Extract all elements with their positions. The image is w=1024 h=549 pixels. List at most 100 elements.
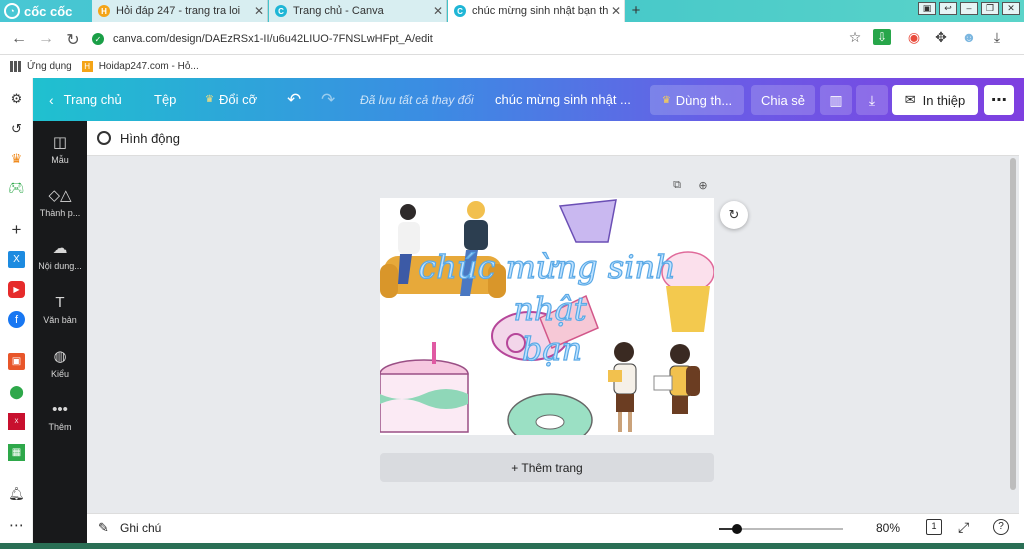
bell-icon[interactable]: 🔔︎: [8, 485, 25, 502]
page-count-button[interactable]: 1: [926, 519, 942, 535]
facebook-icon[interactable]: f: [8, 311, 25, 328]
bookmark-label: Hoidap247.com - Hỏ...: [98, 60, 199, 72]
rail-templates[interactable]: ◫ Mẫu: [33, 133, 87, 165]
profile-avatar-icon[interactable]: ☻: [960, 29, 978, 45]
try-pro-label: Dùng th...: [675, 92, 733, 108]
youtube-icon[interactable]: ▶: [8, 281, 25, 298]
zoom-level[interactable]: 80%: [876, 521, 900, 535]
twitter-icon[interactable]: X: [8, 251, 25, 268]
bookmark-star-icon[interactable]: ☆: [846, 29, 864, 46]
rail-elements[interactable]: ◇△ Thành p...: [33, 186, 87, 218]
scroll-thumb[interactable]: [1010, 158, 1016, 490]
tab-title: chúc mừng sinh nhật bạn th: [472, 5, 608, 17]
tab-canva-home[interactable]: C Trang chủ - Canva ✕: [269, 0, 447, 22]
rail-styles[interactable]: ◍ Kiểu: [33, 347, 87, 379]
redo-icon[interactable]: ↷: [321, 78, 335, 121]
save-status: Đã lưu tất cả thay đổi: [360, 92, 474, 107]
close-tab-icon[interactable]: ✕: [430, 4, 446, 18]
insights-icon[interactable]: ▥: [820, 85, 852, 115]
animate-button[interactable]: Hình động: [120, 131, 180, 146]
add-page-icon[interactable]: ⊕: [696, 179, 710, 193]
canva-side-rail: ◫ Mẫu ◇△ Thành p... ☁ Nội dung... T Văn bản …: [33, 121, 87, 549]
animate-icon: [97, 131, 111, 145]
extensions-puzzle-icon[interactable]: ✥: [932, 29, 950, 46]
rail-label: Thành p...: [39, 208, 81, 218]
close-tab-icon[interactable]: ✕: [608, 4, 624, 18]
browser-brand-label: cốc cốc: [24, 3, 73, 19]
duplicate-page-icon[interactable]: ⧉: [670, 179, 684, 193]
minimize-icon[interactable]: –: [960, 2, 978, 15]
xmas-icon[interactable]: X: [8, 413, 25, 430]
template-icon: ◫: [52, 134, 68, 151]
more-options-icon[interactable]: ⋯: [984, 85, 1014, 115]
resize-label: Đổi cỡ: [218, 92, 258, 107]
design-canvas[interactable]: chúc mừng sinh nhật bạn: [380, 198, 714, 435]
browser-sidebar: ⚙ ↺ ♛ 🎮︎ + X ▶ f ▣ ⬤ X ▦ 🔔︎ ⋯: [0, 78, 33, 549]
chrome-ext-icon[interactable]: ◉: [905, 29, 923, 46]
card-illustration: chúc mừng sinh nhật bạn: [380, 199, 714, 435]
elements-icon: ◇△: [48, 187, 72, 204]
rail-label: Thêm: [48, 422, 72, 432]
design-headline-line2: nhật: [513, 290, 586, 328]
tab-canva-design[interactable]: C chúc mừng sinh nhật bạn th ✕: [448, 0, 625, 22]
close-tab-icon[interactable]: ✕: [251, 4, 267, 18]
more-icon[interactable]: ⋯: [8, 516, 25, 534]
text-icon: T: [55, 294, 65, 311]
screen: ◔ cốc cốc H Hỏi đáp 247 - trang tra loi …: [0, 0, 1024, 549]
sheet-icon[interactable]: ▦: [8, 444, 25, 461]
animate-toolbar: Hình động: [87, 121, 1019, 156]
browser-brand[interactable]: ◔ cốc cốc: [4, 2, 72, 20]
gear-icon[interactable]: ⚙: [8, 90, 25, 107]
map-icon[interactable]: ⬤: [8, 383, 25, 400]
download-icon[interactable]: ⤓: [856, 85, 888, 115]
fullscreen-icon[interactable]: ⤢: [958, 519, 969, 536]
tab-hoidap[interactable]: H Hỏi đáp 247 - trang tra loi ✕: [92, 0, 268, 22]
add-page-button[interactable]: + Thêm trang: [380, 453, 714, 482]
rail-uploads[interactable]: ☁ Nội dung...: [33, 239, 87, 271]
back-arrow-icon[interactable]: ↩: [939, 2, 957, 15]
screenshot-icon[interactable]: ▣: [918, 2, 936, 15]
history-icon[interactable]: ↺: [8, 120, 25, 137]
design-title[interactable]: chúc mừng sinh nhật ...: [495, 78, 631, 121]
bookmark-apps[interactable]: Ứng dụng: [10, 60, 72, 72]
comment-add-icon[interactable]: ↻: [720, 201, 748, 229]
restore-icon[interactable]: ❐: [981, 2, 999, 15]
rail-label: Nội dung...: [38, 261, 82, 271]
crown-icon: ♛: [205, 94, 214, 105]
gamepad-icon[interactable]: 🎮︎: [8, 179, 25, 196]
tab-title: Hỏi đáp 247 - trang tra loi: [116, 5, 241, 17]
plus-icon[interactable]: +: [8, 220, 25, 239]
print-card-button[interactable]: ✉ In thiệp: [892, 85, 978, 115]
design-headline-line3: bạn: [522, 330, 582, 368]
editor-workspace: Hình động ⧉ ⊕ chúc mừng sinh nhật bạn ↻ …: [87, 121, 1019, 549]
canva-favicon-icon: C: [275, 5, 287, 17]
undo-icon[interactable]: ↶: [287, 78, 301, 121]
share-button[interactable]: Chia sẻ: [751, 85, 815, 115]
download-ext-icon[interactable]: ⇩: [873, 29, 891, 45]
shopping-icon[interactable]: ▣: [8, 353, 25, 370]
help-button[interactable]: ?: [993, 519, 1009, 535]
forward-icon[interactable]: →: [37, 30, 55, 48]
chevron-left-icon: ‹: [49, 91, 54, 108]
rail-more[interactable]: ••• Thêm: [33, 401, 87, 432]
crown-icon[interactable]: ♛: [8, 150, 25, 167]
canva-favicon-icon: C: [454, 5, 466, 17]
workspace-scrollbar[interactable]: [1008, 158, 1018, 490]
rail-text[interactable]: T Văn bản: [33, 294, 87, 325]
downloads-icon[interactable]: ⤓: [988, 29, 1006, 46]
url-text: canva.com/design/DAEzRSx1-II/u6u42LIUO-7…: [113, 33, 433, 45]
bookmark-hoidap[interactable]: H Hoidap247.com - Hỏ...: [81, 60, 199, 72]
back-icon[interactable]: ←: [10, 30, 28, 48]
crown-icon: ♛: [661, 94, 671, 106]
resize-button[interactable]: ♛ Đổi cỡ: [205, 78, 257, 121]
notes-button[interactable]: Ghi chú: [120, 521, 161, 535]
url-field[interactable]: ✓ canva.com/design/DAEzRSx1-II/u6u42LIUO…: [92, 27, 892, 51]
zoom-slider-handle[interactable]: [732, 524, 742, 534]
new-tab-button[interactable]: +: [627, 2, 645, 20]
file-menu-button[interactable]: Tệp: [154, 78, 176, 121]
close-window-icon[interactable]: ✕: [1002, 2, 1020, 15]
home-button[interactable]: ‹ Trang chủ: [49, 78, 122, 121]
editor-footer: ✎ Ghi chú 80% 1 ⤢ ?: [87, 513, 1019, 543]
reload-icon[interactable]: ↻: [64, 30, 82, 50]
try-pro-button[interactable]: ♛ Dùng th...: [650, 85, 744, 115]
